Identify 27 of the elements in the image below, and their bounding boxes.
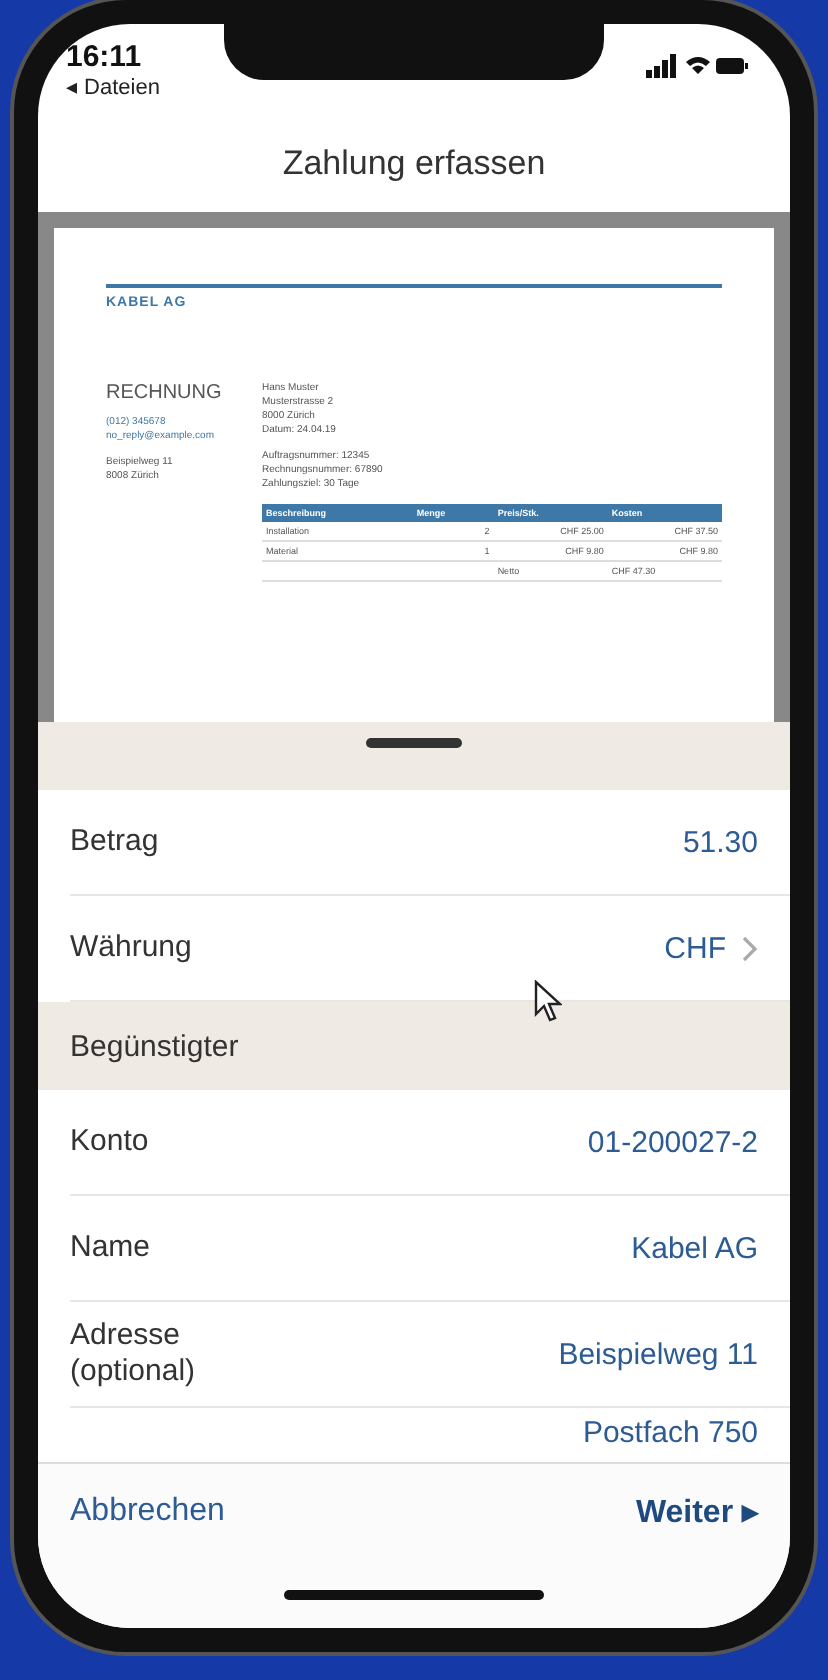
back-link[interactable]: ◂ Dateien (66, 74, 160, 100)
mouse-pointer-icon (534, 980, 562, 1024)
screen-title: Zahlung erfassen (282, 144, 546, 184)
invoice-heading: RECHNUNG (106, 382, 224, 404)
cancel-button[interactable]: Abbrechen (66, 1486, 229, 1538)
sheet-handle[interactable] (366, 738, 462, 748)
field-value: CHF (664, 931, 726, 965)
field-value: 51.30 (682, 825, 758, 859)
chevron-icon (742, 935, 758, 961)
field-value: Beispielweg 11 (558, 1337, 758, 1371)
field-label: Konto (70, 1124, 149, 1160)
field-label: Adresse (optional) (70, 1318, 196, 1390)
field-label: Betrag (70, 824, 159, 860)
field-label: Name (70, 1230, 151, 1266)
form-row[interactable]: Konto 01-200027-2 (70, 1090, 790, 1196)
status-time: 16:11 (66, 40, 144, 74)
form-row[interactable]: Adresse (optional) Beispielweg 11 (70, 1302, 790, 1408)
field-value: Kabel AG (631, 1231, 758, 1265)
form-row[interactable]: Name Kabel AG (70, 1196, 790, 1302)
form-row[interactable]: Postfach 750 (70, 1408, 790, 1456)
form-row[interactable]: Betrag 51.30 (70, 790, 790, 896)
next-button[interactable]: Weiter ▸ (631, 1484, 762, 1540)
status-icons (646, 52, 750, 80)
section-header: Begünstigter (38, 1002, 790, 1090)
field-label: Währung (70, 930, 192, 966)
field-value: 01-200027-2 (587, 1125, 758, 1159)
field-value: Postfach 750 (582, 1415, 758, 1449)
